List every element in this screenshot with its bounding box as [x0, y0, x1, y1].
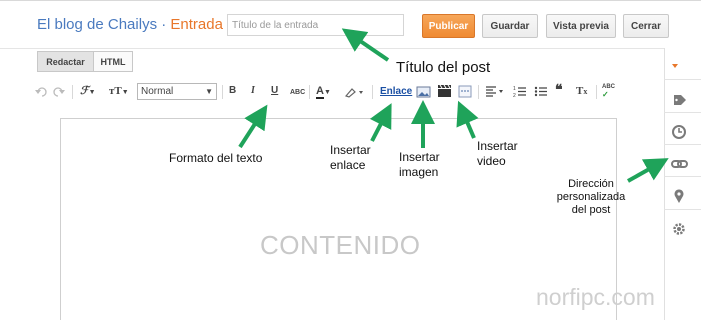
watermark: norfipc.com	[536, 284, 655, 310]
annotation-arrows	[238, 28, 669, 183]
arrow-insert-video	[456, 100, 479, 139]
arrow-insert-link	[369, 103, 392, 142]
arrow-text-format	[238, 104, 268, 149]
arrow-post-title	[341, 28, 390, 62]
arrow-custom-url	[627, 158, 669, 183]
